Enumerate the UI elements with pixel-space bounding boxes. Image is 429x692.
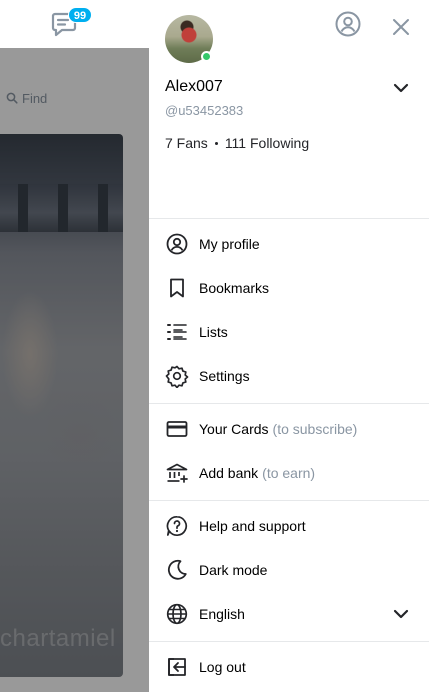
- divider: [149, 641, 429, 642]
- divider: [149, 218, 429, 219]
- moon-icon: [165, 558, 189, 582]
- following-link[interactable]: 111 Following: [225, 135, 309, 151]
- close-icon: [393, 19, 409, 35]
- online-status-dot: [201, 51, 212, 62]
- menu-item-my-profile[interactable]: My profile: [149, 222, 429, 266]
- top-bar: 99: [0, 0, 429, 48]
- menu-item-label: Add bank: [199, 465, 259, 481]
- chevron-down-icon: [393, 83, 409, 93]
- menu-item-dark-mode[interactable]: Dark mode: [149, 548, 429, 592]
- menu-item-label: Your Cards: [199, 421, 269, 437]
- user-circle-icon: [335, 11, 361, 37]
- menu-item-hint: (to subscribe): [272, 421, 358, 437]
- menu-item-settings[interactable]: Settings: [149, 354, 429, 398]
- separator-dot: [214, 141, 218, 145]
- menu-item-log-out[interactable]: Log out: [149, 645, 429, 689]
- messages-badge: 99: [68, 7, 92, 23]
- card-icon: [165, 417, 189, 441]
- menu-item-hint: (to earn): [262, 465, 316, 481]
- divider: [149, 403, 429, 404]
- menu-item-add-bank[interactable]: Add bank (to earn): [149, 451, 429, 495]
- close-menu-button[interactable]: [391, 17, 411, 37]
- fans-link[interactable]: 7 Fans: [165, 135, 208, 151]
- menu-item-label: Log out: [199, 659, 246, 675]
- menu-item-language[interactable]: English: [149, 592, 429, 636]
- menu-item-bookmarks[interactable]: Bookmarks: [149, 266, 429, 310]
- language-dropdown-toggle[interactable]: [391, 604, 411, 624]
- side-menu: Alex007 @u53452383 7 Fans 111 Following …: [149, 15, 429, 692]
- menu-item-label: Help and support: [199, 518, 306, 534]
- help-icon: [165, 514, 189, 538]
- drawer-backdrop[interactable]: [0, 48, 149, 692]
- lists-icon: [165, 320, 189, 344]
- follow-stats: 7 Fans 111 Following: [165, 135, 309, 151]
- menu-item-label: English: [199, 606, 245, 622]
- gear-icon: [165, 364, 189, 388]
- menu-item-your-cards[interactable]: Your Cards (to subscribe): [149, 407, 429, 451]
- menu-item-lists[interactable]: Lists: [149, 310, 429, 354]
- profile-icon: [165, 232, 189, 256]
- menu-item-label: Bookmarks: [199, 280, 270, 296]
- menu-item-label: Settings: [199, 368, 250, 384]
- bookmark-icon: [165, 276, 189, 300]
- user-menu-button[interactable]: [334, 10, 362, 38]
- globe-icon: [165, 602, 189, 626]
- account-switch-button[interactable]: [391, 78, 411, 98]
- username[interactable]: Alex007: [165, 78, 223, 96]
- menu-item-label: Lists: [199, 324, 228, 340]
- divider: [149, 500, 429, 501]
- user-handle: @u53452383: [165, 103, 244, 118]
- bank-icon: [165, 461, 189, 485]
- menu-item-label: My profile: [199, 236, 260, 252]
- chevron-down-icon: [393, 609, 409, 619]
- logout-icon: [165, 655, 189, 679]
- menu-item-help-support[interactable]: Help and support: [149, 504, 429, 548]
- menu-item-label: Dark mode: [199, 562, 268, 578]
